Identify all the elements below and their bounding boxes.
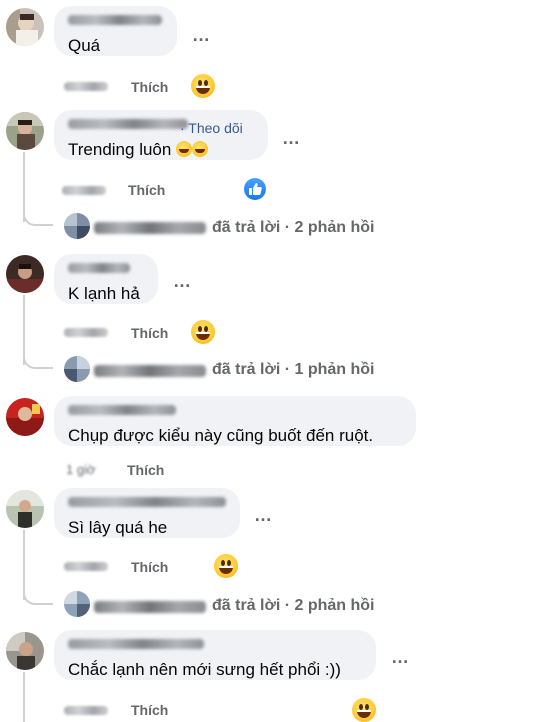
comment-text: Chụp được kiểu này cũng buốt đến ruột.: [68, 426, 374, 445]
comment-time-redacted[interactable]: [62, 186, 106, 195]
commenter-avatar[interactable]: [6, 8, 44, 46]
comment-time-redacted[interactable]: [64, 706, 108, 715]
comment-bubble: Quá: [54, 6, 177, 56]
thread-connector: [23, 212, 53, 226]
like-button[interactable]: Thích: [131, 559, 168, 575]
commenter-name-redacted[interactable]: [68, 497, 226, 507]
laughing-emoji: [192, 141, 209, 157]
comment-bubble: Chụp được kiểu này cũng buốt đến ruột.: [54, 396, 416, 446]
grinning-emoji[interactable]: [214, 554, 238, 578]
grinning-emoji[interactable]: [352, 698, 376, 722]
replier-name-redacted[interactable]: [94, 222, 206, 234]
more-options-button[interactable]: …: [192, 26, 211, 44]
commenter-name-redacted[interactable]: [68, 15, 162, 25]
thread-connector: [23, 591, 53, 605]
comment-bubble: K lạnh hả: [54, 254, 158, 304]
commenter-avatar[interactable]: [6, 255, 44, 293]
more-options-button[interactable]: …: [173, 272, 192, 290]
commenter-name-redacted[interactable]: [68, 405, 176, 415]
comment-time-redacted[interactable]: [64, 328, 108, 337]
grinning-emoji[interactable]: [191, 320, 215, 344]
comment-bubble: Sì lây quá he: [54, 488, 240, 538]
commenter-name-redacted[interactable]: [68, 639, 204, 649]
commenter-name-redacted[interactable]: [68, 119, 188, 129]
replier-avatar[interactable]: [64, 356, 90, 382]
like-button[interactable]: Thích: [131, 702, 168, 718]
comment-time[interactable]: 1 giờ: [66, 462, 96, 477]
thread-connector: [23, 355, 53, 369]
comment-text: Trending luôn: [68, 140, 209, 160]
like-reaction-icon[interactable]: [244, 178, 266, 200]
view-replies-link[interactable]: đã trả lời · 1 phản hồi: [212, 361, 375, 379]
comment-time-redacted[interactable]: [64, 562, 108, 571]
replier-name-redacted[interactable]: [94, 601, 206, 613]
view-replies-link[interactable]: đã trả lời · 2 phản hồi: [212, 219, 375, 237]
view-replies-link[interactable]: đã trả lời · 2 phản hồi: [212, 597, 375, 615]
laughing-emoji: [176, 141, 193, 157]
thread-line: [23, 672, 25, 722]
comment-text: Chắc lạnh nên mới sưng hết phổi :)): [68, 660, 341, 679]
comment-text-content: Trending luôn: [68, 140, 172, 159]
more-options-button[interactable]: …: [391, 648, 410, 666]
comment-text: Sì lây quá he: [68, 518, 168, 537]
like-button[interactable]: Thích: [128, 182, 165, 198]
commenter-avatar[interactable]: [6, 398, 44, 436]
comment-time-redacted[interactable]: [64, 82, 108, 91]
follow-link[interactable]: · Theo dõi: [180, 120, 243, 136]
commenter-name-redacted[interactable]: [68, 263, 130, 273]
comment-text: Quá: [68, 36, 101, 55]
commenter-avatar[interactable]: [6, 490, 44, 528]
replier-name-redacted[interactable]: [94, 365, 206, 377]
comment-bubble: Chắc lạnh nên mới sưng hết phổi :)): [54, 630, 376, 680]
more-options-button[interactable]: …: [282, 129, 301, 147]
commenter-avatar[interactable]: [6, 632, 44, 670]
comment-bubble: · Theo dõi Trending luôn: [54, 110, 268, 160]
like-button[interactable]: Thích: [131, 325, 168, 341]
replier-avatar[interactable]: [64, 213, 90, 239]
grinning-emoji[interactable]: [191, 74, 215, 98]
thread-line: [23, 530, 25, 600]
commenter-avatar[interactable]: [6, 112, 44, 150]
replier-avatar[interactable]: [64, 591, 90, 617]
more-options-button[interactable]: …: [254, 506, 273, 524]
like-button[interactable]: Thích: [131, 79, 168, 95]
like-button[interactable]: Thích: [127, 462, 164, 478]
comment-text: K lạnh hả: [68, 284, 140, 303]
